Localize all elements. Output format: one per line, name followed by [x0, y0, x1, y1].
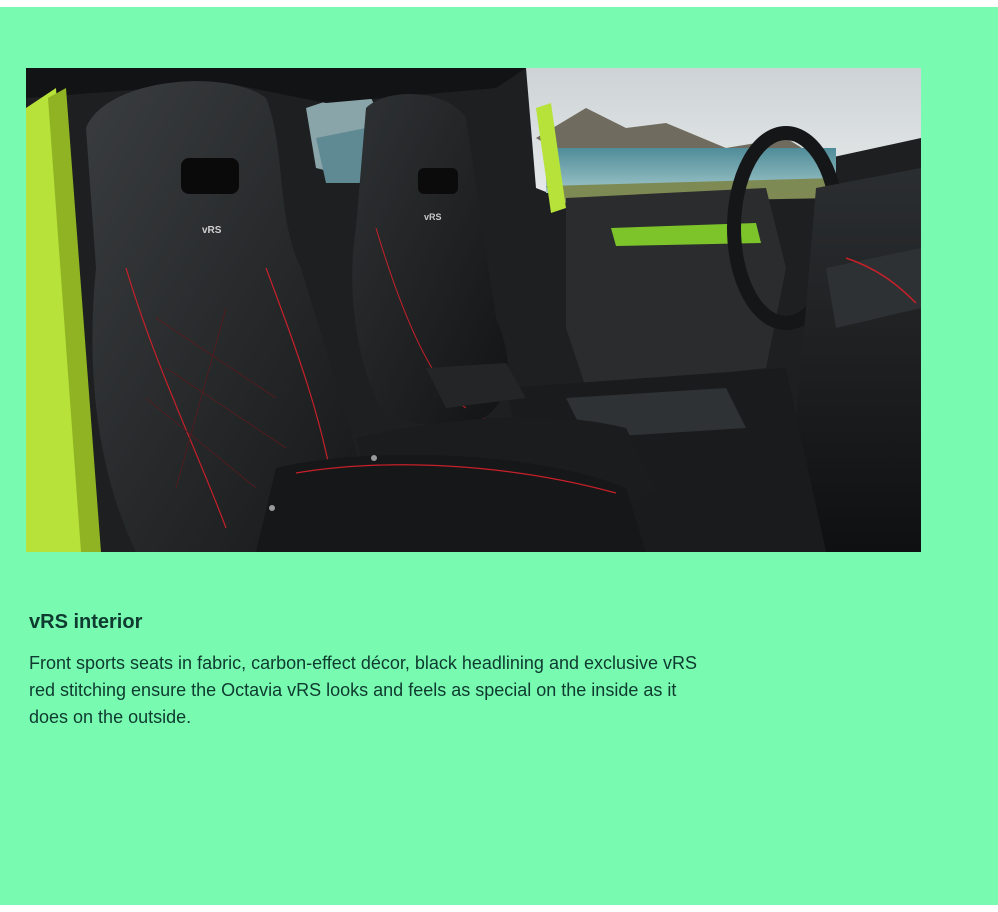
interior-photo-illustration: vRS vRS — [26, 68, 921, 552]
passenger-seat-badge: vRS — [424, 212, 442, 222]
interior-photo: vRS vRS — [26, 68, 921, 552]
feature-description: Front sports seats in fabric, carbon-eff… — [29, 653, 698, 727]
feature-card: vRS vRS vRS interior Front sports seats … — [0, 7, 998, 905]
dashboard — [796, 168, 921, 552]
feature-title: vRS interior — [29, 611, 143, 633]
driver-seat-badge: vRS — [202, 225, 222, 236]
